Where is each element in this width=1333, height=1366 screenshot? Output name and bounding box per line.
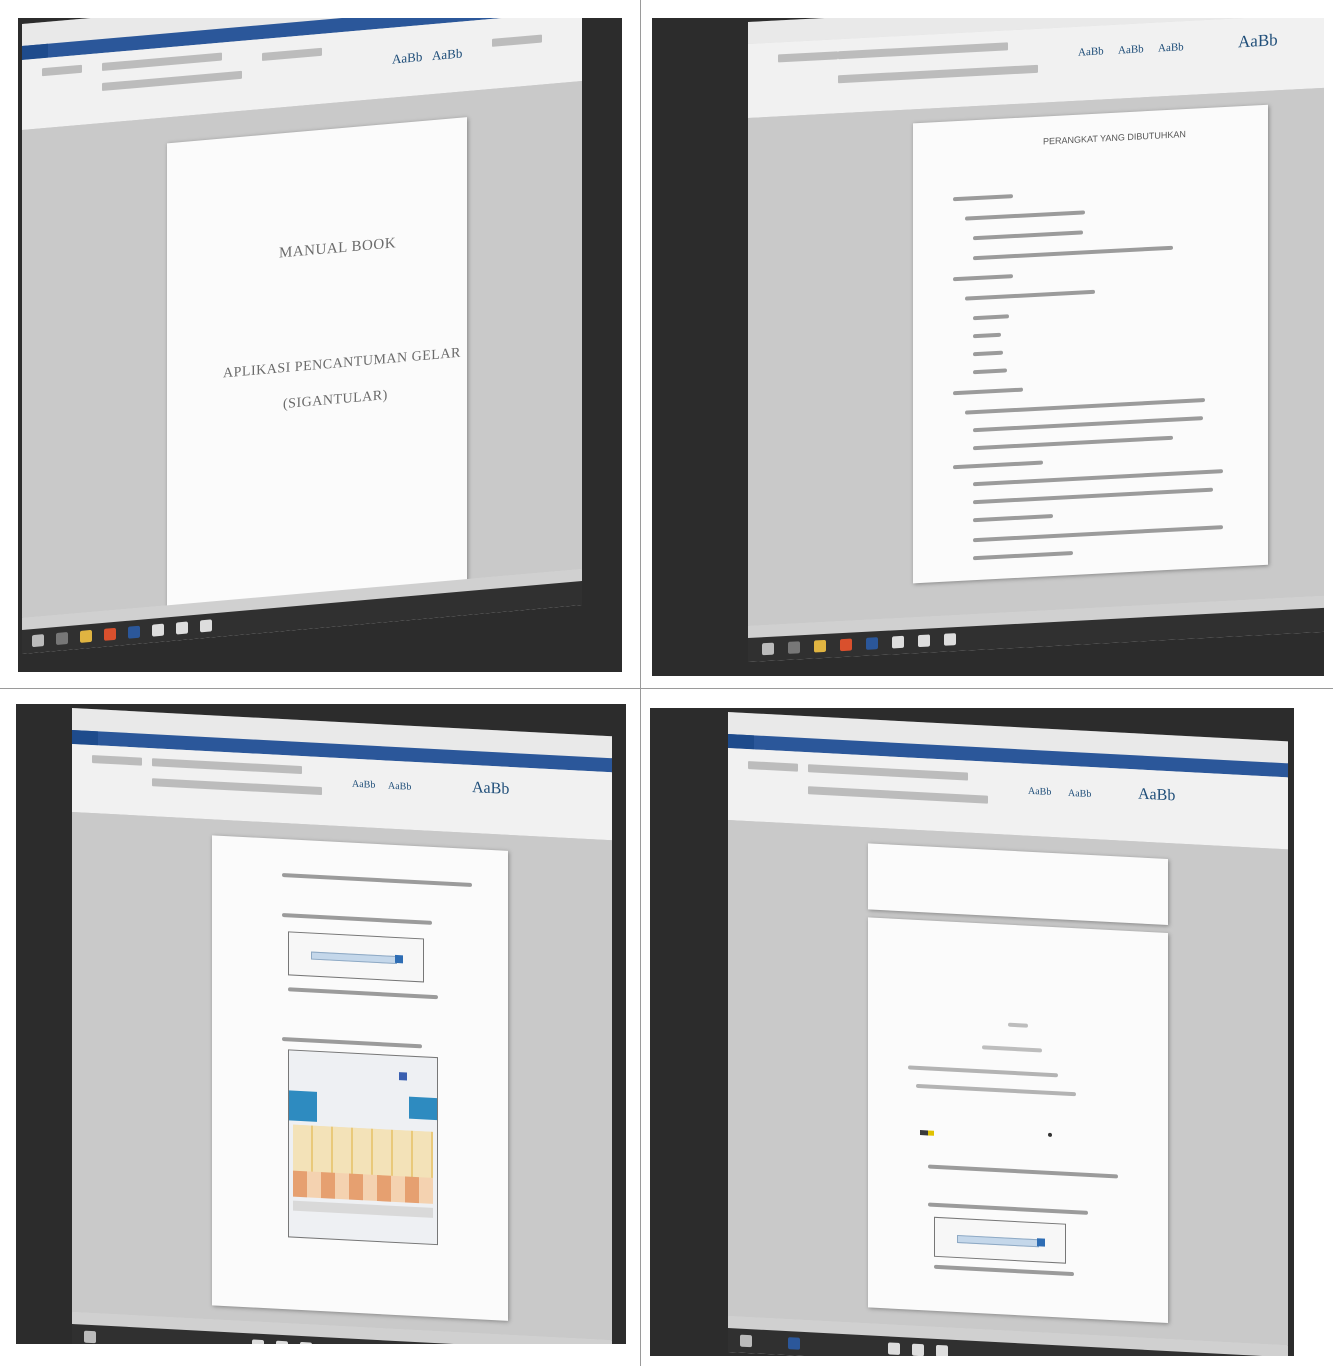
start-icon[interactable] (84, 1330, 96, 1344)
app-icon[interactable] (152, 623, 164, 637)
photo-panel-bottom-right: AaBb AaBb AaBb (650, 708, 1294, 1356)
word-icon[interactable] (866, 637, 878, 650)
document-page (212, 835, 508, 1321)
progress-bar (957, 1235, 1039, 1248)
doc-title: MANUAL BOOK (279, 235, 397, 262)
word-window: AaBb AaBb MANUAL BOOK APLIKASI PENCANTUM… (22, 18, 582, 654)
app-icon[interactable] (276, 1340, 288, 1344)
style-sample[interactable]: AaBb (472, 779, 509, 799)
photo-panel-bottom-left: AaBb AaBb AaBb (16, 704, 626, 1344)
document-area (72, 812, 612, 1341)
word-icon[interactable] (128, 625, 140, 639)
file-tab[interactable] (728, 734, 754, 750)
search-icon[interactable] (788, 641, 800, 654)
horizontal-divider (0, 688, 1333, 689)
app-icon[interactable] (888, 1342, 900, 1356)
folder-icon[interactable] (814, 639, 826, 653)
document-page: MANUAL BOOK APLIKASI PENCANTUMAN GELAR (… (167, 117, 467, 614)
app-icon[interactable] (918, 634, 930, 648)
document-area (728, 820, 1288, 1346)
style-sample[interactable]: AaBb (1068, 788, 1091, 800)
style-sample[interactable]: AaBb (392, 49, 422, 68)
app-icon[interactable] (300, 1341, 312, 1344)
word-window: AaBb AaBb AaBb (72, 708, 612, 1344)
style-sample[interactable]: AaBb (352, 779, 375, 791)
style-sample[interactable]: AaBb (1158, 41, 1184, 54)
style-sample[interactable]: AaBb (388, 781, 411, 793)
start-icon[interactable] (740, 1334, 752, 1348)
start-icon[interactable] (762, 642, 774, 656)
photo-panel-top-right: AaBb AaBb AaBb AaBb PERANGKAT YANG DIBUT… (652, 18, 1324, 676)
screenshot-progress-dialog (288, 931, 424, 983)
app-icon[interactable] (912, 1343, 924, 1356)
doc-subtitle-1: APLIKASI PENCANTUMAN GELAR (223, 345, 461, 382)
word-window: AaBb AaBb AaBb (728, 712, 1288, 1356)
style-sample[interactable]: AaBb (1238, 30, 1278, 52)
word-window: AaBb AaBb AaBb AaBb PERANGKAT YANG DIBUT… (748, 18, 1324, 662)
doc-heading: PERANGKAT YANG DIBUTUHKAN (1043, 129, 1186, 147)
app-icon[interactable] (944, 633, 956, 646)
doc-subtitle-2: (SIGANTULAR) (283, 387, 388, 413)
app-icon[interactable] (892, 635, 904, 649)
start-icon[interactable] (32, 634, 44, 648)
app-icon[interactable] (252, 1339, 264, 1344)
style-sample[interactable]: AaBb (1028, 786, 1051, 798)
document-page: PERANGKAT YANG DIBUTUHKAN (913, 104, 1268, 584)
app-icon[interactable] (200, 619, 212, 633)
browser-icon[interactable] (104, 627, 116, 641)
progress-bar (311, 951, 397, 965)
style-sample[interactable]: AaBb (1078, 45, 1104, 58)
document-page (868, 917, 1168, 1324)
style-sample[interactable]: AaBb (432, 45, 462, 64)
vertical-divider (640, 0, 641, 1366)
photo-panel-top-left: AaBb AaBb MANUAL BOOK APLIKASI PENCANTUM… (18, 18, 622, 672)
screenshot-application (288, 1049, 438, 1246)
word-icon[interactable] (788, 1337, 800, 1350)
screenshot-progress-dialog (934, 1216, 1066, 1264)
folder-icon[interactable] (80, 629, 92, 643)
document-area: PERANGKAT YANG DIBUTUHKAN (748, 87, 1324, 626)
app-icon[interactable] (176, 621, 188, 635)
search-icon[interactable] (56, 631, 68, 646)
style-sample[interactable]: AaBb (1138, 785, 1175, 805)
document-page-header (868, 843, 1168, 926)
style-sample[interactable]: AaBb (1118, 43, 1144, 56)
document-area: MANUAL BOOK APLIKASI PENCANTUMAN GELAR (… (22, 81, 582, 618)
file-tab[interactable] (72, 730, 98, 746)
app-icon[interactable] (936, 1344, 948, 1356)
browser-icon[interactable] (840, 638, 852, 652)
